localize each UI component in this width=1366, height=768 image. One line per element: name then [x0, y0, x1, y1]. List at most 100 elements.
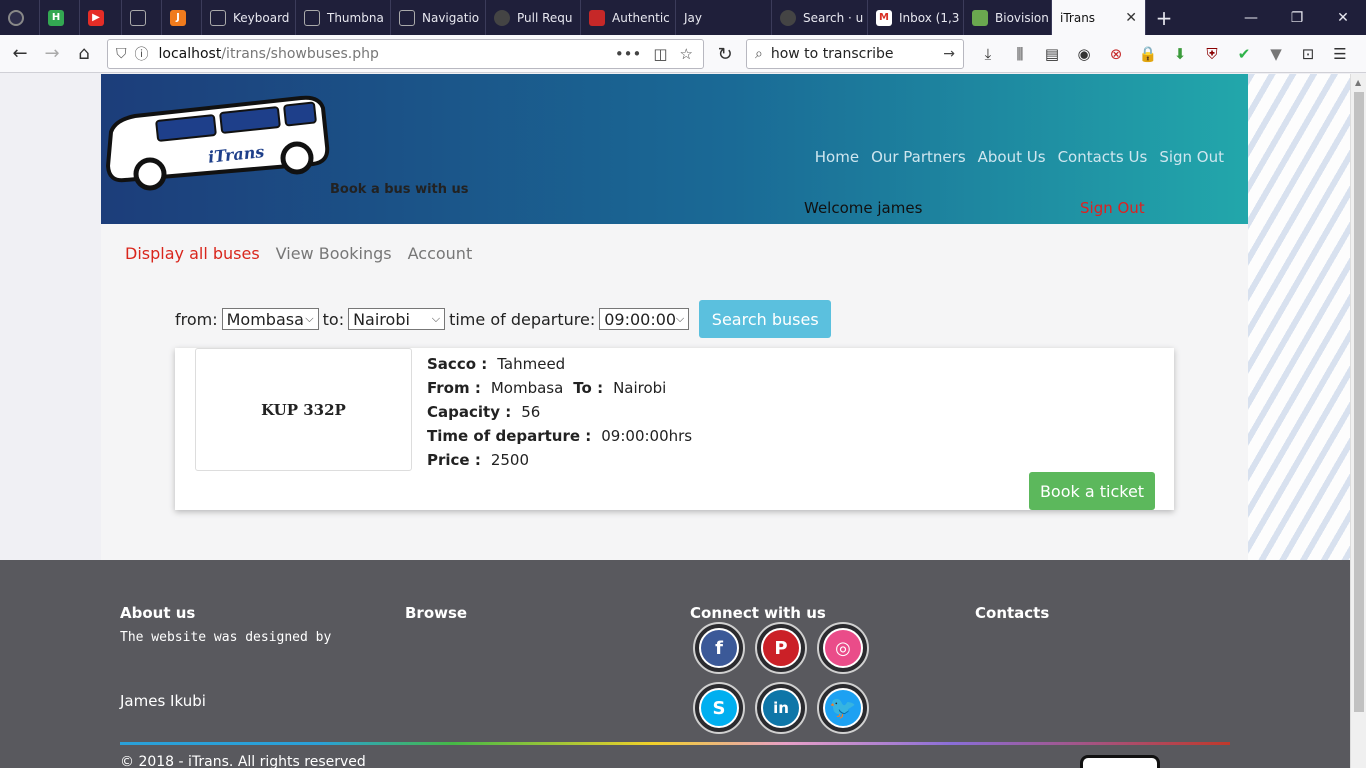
ublock-icon[interactable]: ⛨ [1199, 39, 1225, 69]
browser-navbar: ← → ⌂ ⛉ ⓘ localhost/itrans/showbuses.php… [0, 35, 1366, 73]
more-actions-icon[interactable]: ••• [615, 45, 642, 63]
skype-link[interactable]: S [693, 682, 745, 734]
tab-pinned-3[interactable]: ▶ [80, 0, 122, 35]
account-icon[interactable]: ◉ [1071, 39, 1097, 69]
go-arrow-icon[interactable]: → [943, 46, 955, 62]
tab-jay[interactable]: Jay [676, 0, 772, 35]
tab-label: Biovision [995, 10, 1049, 25]
youtube-icon: ▶ [88, 9, 104, 26]
tab-keyboard[interactable]: Keyboard [202, 0, 296, 35]
facebook-icon: f [699, 628, 739, 668]
lock-icon[interactable]: 🔒 [1135, 39, 1161, 69]
to-detail-label: To : [573, 379, 604, 397]
back-icon[interactable]: ← [4, 38, 36, 70]
vue-icon[interactable]: ▼ [1263, 39, 1289, 69]
footer-designer: James Ikubi [120, 692, 206, 710]
scrollbar-thumb[interactable] [1354, 92, 1364, 712]
from-select[interactable]: Mombasa ⌵ [221, 308, 319, 330]
main-nav: Home Our Partners About Us Contacts Us S… [815, 148, 1224, 166]
time-select[interactable]: 09:00:00 ⌵ [599, 308, 690, 330]
tab-label: Authentic [612, 10, 670, 25]
forward-icon[interactable]: → [36, 38, 68, 70]
tab-search[interactable]: Search · u [772, 0, 868, 35]
from-detail-label: From : [427, 379, 481, 397]
sign-out-link[interactable]: Sign Out [1080, 199, 1145, 217]
subnav-display-all-buses[interactable]: Display all buses [125, 244, 260, 263]
footer-connect-title: Connect with us [690, 604, 826, 622]
screen-icon [210, 9, 226, 26]
tab-thumbnail[interactable]: Thumbna [296, 0, 391, 35]
reload-icon[interactable]: ↻ [709, 38, 741, 70]
extension-download-icon[interactable]: ⬇ [1167, 39, 1193, 69]
search-icon: ⌕ [755, 46, 763, 62]
facebook-link[interactable]: f [693, 622, 745, 674]
screen-icon [304, 9, 320, 26]
from-detail-value: Mombasa [490, 379, 564, 397]
scroll-up-icon[interactable]: ▲ [1355, 78, 1361, 87]
close-tab-icon[interactable]: ✕ [1125, 10, 1137, 26]
sacco-value: Tahmeed [497, 355, 566, 373]
tab-pinned-5[interactable]: J [162, 0, 202, 35]
tab-pinned-1[interactable] [0, 0, 40, 35]
footer-about-title: About us [120, 604, 196, 622]
tab-pull-requests[interactable]: Pull Requ [486, 0, 581, 35]
page-scrollbar[interactable]: ▲ [1350, 74, 1366, 768]
subnav-account[interactable]: Account [408, 244, 473, 263]
tab-navigation[interactable]: Navigatio [391, 0, 486, 35]
tab-label: Jay [684, 10, 702, 25]
search-box[interactable]: ⌕ how to transcribe → [746, 39, 964, 69]
tab-pinned-2[interactable]: H [40, 0, 80, 35]
nav-home[interactable]: Home [815, 148, 859, 166]
nav-our-partners[interactable]: Our Partners [871, 148, 966, 166]
minimize-icon[interactable]: — [1228, 0, 1274, 35]
pocket-icon[interactable]: ◫ [653, 45, 667, 63]
nav-about-us[interactable]: About Us [978, 148, 1046, 166]
footer-about-text: The website was designed by [120, 630, 332, 645]
pinterest-link[interactable]: P [755, 622, 807, 674]
to-detail-value: Nairobi [613, 379, 667, 397]
search-buses-button[interactable]: Search buses [699, 300, 832, 338]
blocker-icon[interactable]: ⊗ [1103, 39, 1129, 69]
twitter-link[interactable]: 🐦 [817, 682, 869, 734]
laravel-icon [589, 9, 605, 26]
new-tab-button[interactable]: + [1146, 0, 1182, 35]
address-bar[interactable]: ⛉ ⓘ localhost/itrans/showbuses.php ••• ◫… [107, 39, 704, 69]
check-icon[interactable]: ✔ [1231, 39, 1257, 69]
nav-sign-out[interactable]: Sign Out [1159, 148, 1224, 166]
leaf-icon [972, 9, 988, 26]
tab-authentication[interactable]: Authentic [581, 0, 676, 35]
tab-label: Keyboard [233, 10, 290, 25]
chevron-down-icon: ⌵ [675, 312, 685, 325]
to-label: to: [322, 309, 345, 329]
home-icon[interactable]: ⌂ [68, 38, 100, 70]
skype-icon: S [699, 688, 739, 728]
restore-icon[interactable]: ❐ [1274, 0, 1320, 35]
circle-icon [8, 9, 24, 26]
tab-itrans[interactable]: iTrans ✕ [1052, 0, 1146, 35]
social-links: f P ◎ S in 🐦 [693, 622, 871, 734]
extension-icon[interactable]: ⊡ [1295, 39, 1321, 69]
nav-contacts-us[interactable]: Contacts Us [1058, 148, 1148, 166]
library-icon[interactable]: ⫼ [1007, 39, 1033, 69]
window-close-icon[interactable]: ✕ [1320, 0, 1366, 35]
tab-biovision[interactable]: Biovision [964, 0, 1052, 35]
linkedin-link[interactable]: in [755, 682, 807, 734]
screen-icon [130, 9, 146, 26]
from-value: Mombasa [226, 309, 304, 329]
dribbble-icon: ◎ [823, 628, 863, 668]
subnav-view-bookings[interactable]: View Bookings [276, 244, 392, 263]
bus-card: KUP 332P Sacco : Tahmeed From : Mombasa To … [175, 348, 1174, 510]
logo-bus-icon[interactable]: iTrans [105, 94, 331, 194]
to-select[interactable]: Nairobi ⌵ [348, 308, 446, 330]
menu-icon[interactable]: ☰ [1327, 39, 1353, 69]
bookmark-star-icon[interactable]: ☆ [680, 45, 693, 63]
tab-pinned-4[interactable] [122, 0, 162, 35]
dribbble-link[interactable]: ◎ [817, 622, 869, 674]
chevron-down-icon: ⌵ [305, 312, 314, 325]
sidebar-icon[interactable]: ▤ [1039, 39, 1065, 69]
footer-divider [120, 742, 1230, 745]
site-header: iTrans Book a bus with us Home Our Partn… [101, 74, 1248, 224]
download-icon[interactable]: ⤓ [975, 39, 1001, 69]
tab-inbox[interactable]: M Inbox (1,3 [868, 0, 964, 35]
book-ticket-button[interactable]: Book a ticket [1029, 472, 1155, 510]
